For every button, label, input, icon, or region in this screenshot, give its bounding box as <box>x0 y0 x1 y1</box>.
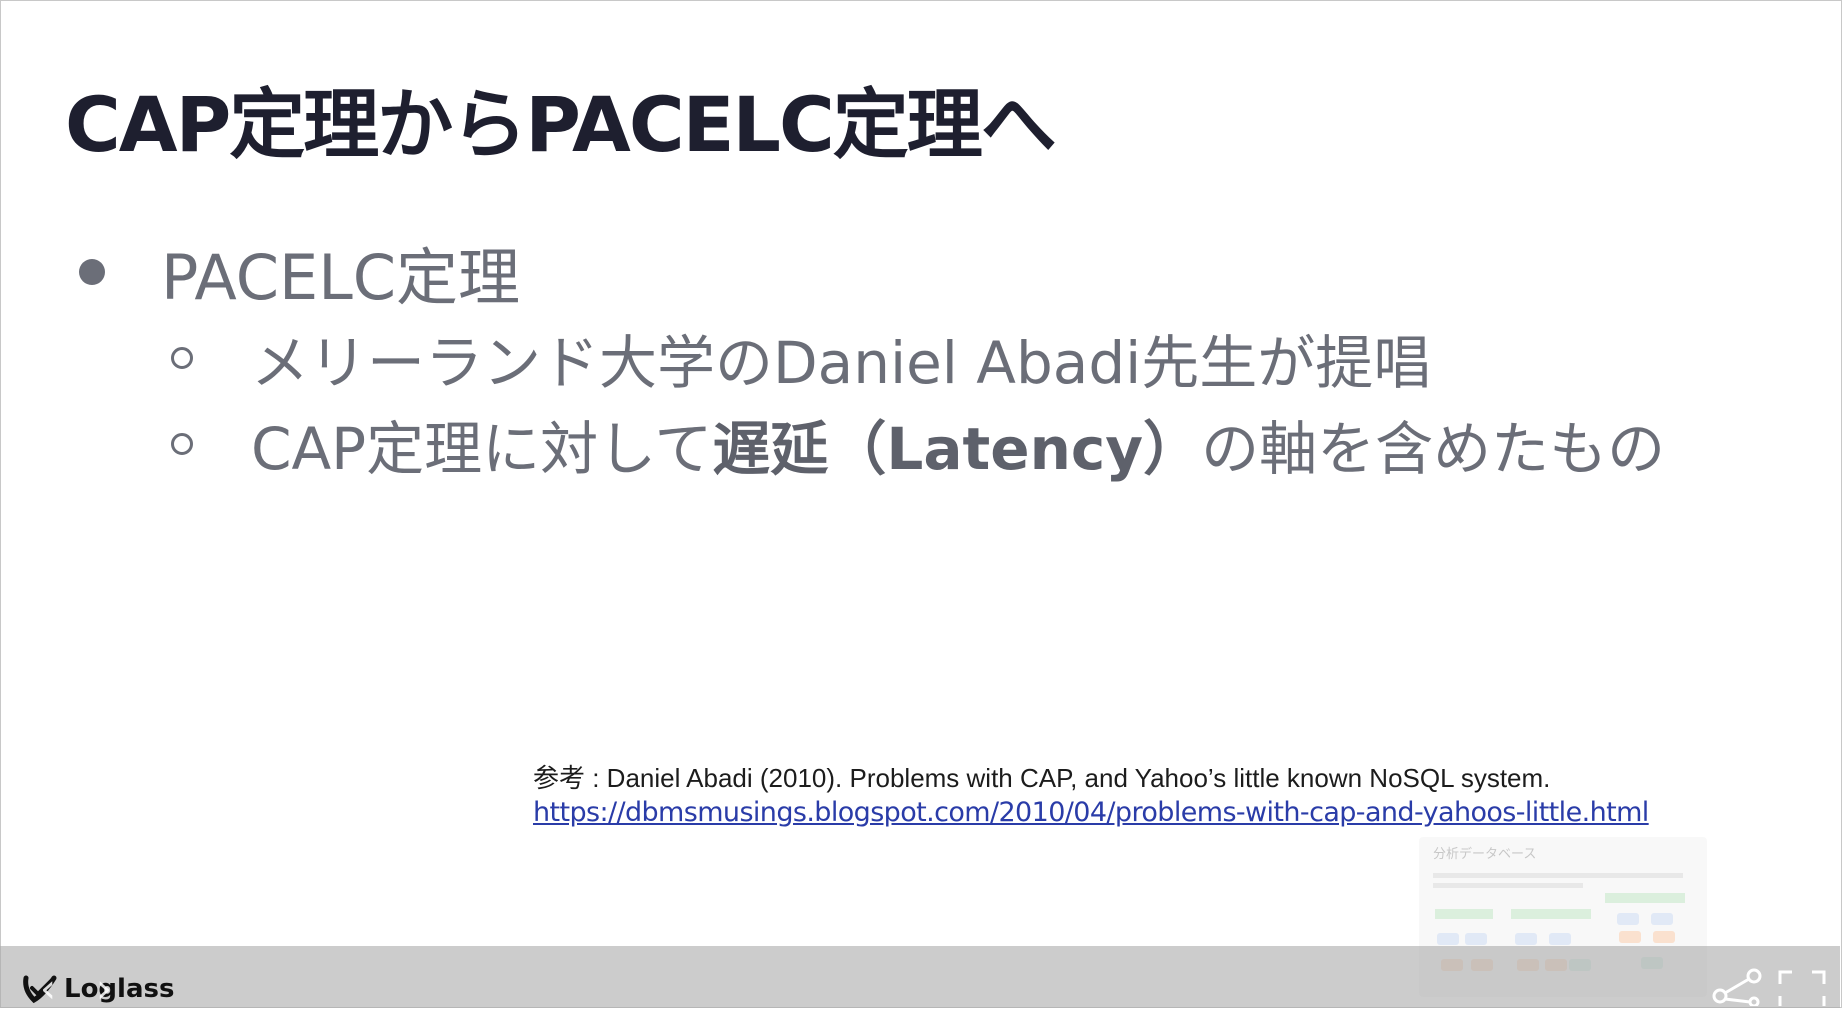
thumbnail-chip <box>1437 933 1459 945</box>
reference-text: 参考 : Daniel Abadi (2010). Problems with … <box>533 763 1551 793</box>
bullet-text: PACELC定理 <box>161 241 521 314</box>
sub-bullet-circle-icon <box>171 347 193 369</box>
thumbnail-box <box>1605 893 1685 903</box>
thumbnail-box <box>1511 909 1591 919</box>
sub-bullet-text: メリーランド大学のDaniel Abadi先生が提唱 <box>251 329 1432 397</box>
share-icon[interactable] <box>1712 968 1762 1006</box>
thumbnail-title: 分析データベース <box>1433 847 1537 862</box>
thumbnail-box <box>1435 909 1493 919</box>
slide-canvas: CAP定理からPACELC定理へ PACELC定理 メリーランド大学のDanie… <box>0 0 1842 1008</box>
bullet-dot-icon <box>79 259 105 285</box>
sub-bullet-text-bold: 遅延（Latency） <box>712 415 1202 483</box>
next-slide-button[interactable]: › <box>96 966 112 1012</box>
thumbnail-chip <box>1549 933 1571 945</box>
sub-bullet-text-pre: CAP定理に対して <box>251 415 713 483</box>
sub-bullet-text-post: の軸を含めたもの <box>1201 415 1666 483</box>
slide-title: CAP定理からPACELC定理へ <box>65 80 1057 169</box>
prev-slide-button[interactable]: ‹ <box>40 966 56 1012</box>
logo-text: Loglass <box>64 974 175 1004</box>
thumbnail-text-line <box>1433 883 1583 888</box>
thumbnail-chip <box>1619 931 1641 943</box>
viewer-toolbar <box>0 946 1840 1008</box>
reference-link[interactable]: https://dbmsmusings.blogspot.com/2010/04… <box>533 797 1649 828</box>
thumbnail-chip <box>1651 913 1673 925</box>
reference-block: 参考 : Daniel Abadi (2010). Problems with … <box>533 761 1649 830</box>
thumbnail-chip <box>1465 933 1487 945</box>
thumbnail-chip <box>1653 931 1675 943</box>
sub-bullet-circle-icon <box>171 433 193 455</box>
sub-bullet-item-latency: CAP定理に対して 遅延（Latency） の軸を含めたもの <box>71 401 1791 487</box>
fullscreen-icon[interactable] <box>1778 970 1826 1006</box>
bullet-list: PACELC定理 メリーランド大学のDaniel Abadi先生が提唱 CAP定… <box>71 229 1791 487</box>
thumbnail-chip <box>1617 913 1639 925</box>
thumbnail-text-line <box>1433 873 1683 878</box>
thumbnail-chip <box>1515 933 1537 945</box>
bullet-item-pacelc: PACELC定理 <box>71 229 1791 315</box>
sub-bullet-item-proposer: メリーランド大学のDaniel Abadi先生が提唱 <box>71 315 1791 401</box>
